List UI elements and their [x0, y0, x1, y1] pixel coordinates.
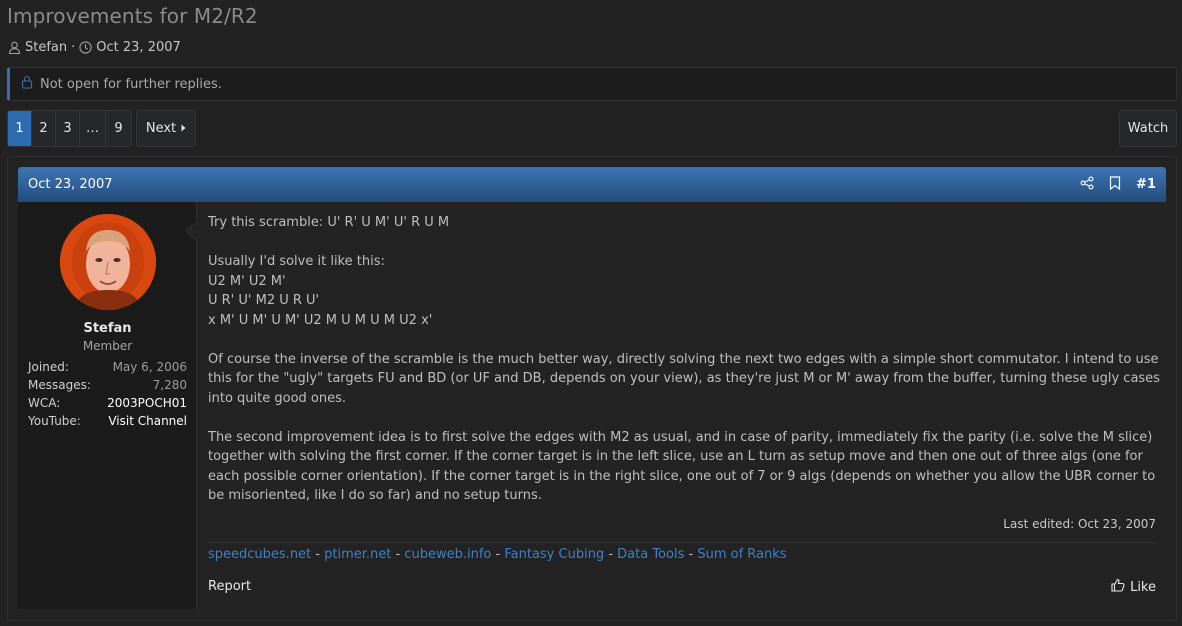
thread-locked-notice: Not open for further replies.	[7, 67, 1177, 101]
sig-separator: -	[684, 547, 698, 562]
stat-label: WCA:	[28, 396, 61, 410]
sig-link-ptimer[interactable]: ptimer.net	[324, 547, 391, 562]
stat-messages: Messages: 7,280	[28, 378, 187, 396]
next-page-button[interactable]: Next	[136, 110, 196, 147]
pagination: 1 2 3 … 9 Next	[7, 110, 196, 147]
next-label: Next	[145, 121, 177, 136]
notice-text: Not open for further replies.	[40, 76, 222, 92]
page-2-button[interactable]: 2	[32, 111, 56, 146]
message-body: Try this scramble: U' R' U M' U' R U M U…	[208, 213, 1160, 525]
signature: speedcubes.net - ptimer.net - cubeweb.in…	[208, 547, 787, 562]
thread-page: Improvements for M2/R2 Stefan · Oct 23, …	[0, 0, 1182, 626]
youtube-channel-link[interactable]: Visit Channel	[108, 414, 187, 432]
scramble-line: Try this scramble: U' R' U M' U' R U M	[208, 215, 450, 230]
sig-link-fantasy-cubing[interactable]: Fantasy Cubing	[504, 547, 604, 562]
stat-wca: WCA: 2003POCH01	[28, 396, 187, 414]
post: Oct 23, 2007 #1 Stefan Member Joined: Ma…	[7, 156, 1177, 621]
page-9-button[interactable]: 9	[106, 111, 131, 146]
signature-divider	[208, 542, 1156, 543]
thread-meta: Stefan · Oct 23, 2007	[8, 40, 181, 55]
username-link[interactable]: Stefan	[18, 321, 197, 336]
solve-line: x M' U M' U M' U2 M U M U M U2 x'	[208, 312, 433, 328]
sig-link-cubeweb[interactable]: cubeweb.info	[404, 547, 491, 562]
page-1-button[interactable]: 1	[8, 111, 32, 146]
paragraph-inverse: Of course the inverse of the scramble is…	[208, 351, 1160, 406]
bookmark-icon[interactable]	[1109, 175, 1121, 194]
page-jump-ellipsis[interactable]: …	[80, 111, 106, 146]
like-button[interactable]: Like	[1111, 578, 1156, 596]
sig-separator: -	[604, 547, 618, 562]
sig-separator: -	[491, 547, 505, 562]
caret-right-icon	[181, 121, 186, 136]
like-label: Like	[1130, 579, 1156, 595]
sig-separator: -	[311, 547, 325, 562]
sig-link-data-tools[interactable]: Data Tools	[617, 547, 684, 562]
user-avatar[interactable]	[60, 214, 156, 310]
post-number-link[interactable]: #1	[1136, 177, 1156, 192]
stat-value: May 6, 2006	[112, 360, 187, 374]
sig-link-sum-of-ranks[interactable]: Sum of Ranks	[697, 547, 786, 562]
share-icon[interactable]	[1080, 176, 1094, 194]
thread-title: Improvements for M2/R2	[7, 4, 258, 28]
thread-author-link[interactable]: Stefan	[25, 40, 67, 55]
post-header: Oct 23, 2007 #1	[18, 167, 1166, 202]
wca-id-link[interactable]: 2003POCH01	[107, 396, 187, 414]
thumbs-up-icon	[1111, 578, 1125, 596]
message-user-column: Stefan Member Joined: May 6, 2006 Messag…	[18, 202, 197, 609]
stat-label: Messages:	[28, 378, 91, 392]
solve-intro: Usually I'd solve it like this:	[208, 254, 385, 269]
lock-icon	[21, 75, 40, 93]
sig-link-speedcubes[interactable]: speedcubes.net	[208, 547, 311, 562]
thread-date-link[interactable]: Oct 23, 2007	[96, 40, 181, 55]
solve-block: Usually I'd solve it like this: U2 M' U2…	[208, 252, 1160, 330]
stat-label: Joined:	[28, 360, 69, 374]
solve-line: U R' U' M2 U R U'	[208, 293, 320, 308]
post-header-actions: #1	[1080, 167, 1156, 202]
user-title: Member	[82, 339, 133, 353]
page-number-group: 1 2 3 … 9	[7, 110, 132, 147]
stat-joined: Joined: May 6, 2006	[28, 360, 187, 378]
stat-label: YouTube:	[28, 414, 81, 428]
watch-button[interactable]: Watch	[1119, 110, 1177, 147]
meta-separator: ·	[71, 40, 76, 55]
post-date-link[interactable]: Oct 23, 2007	[28, 177, 113, 192]
stat-youtube: YouTube: Visit Channel	[28, 414, 187, 432]
stat-value: 7,280	[152, 378, 187, 392]
last-edited: Last edited: Oct 23, 2007	[1003, 517, 1156, 531]
sig-separator: -	[391, 547, 405, 562]
clock-icon	[79, 41, 92, 54]
solve-line: U2 M' U2 M'	[208, 273, 286, 289]
page-3-button[interactable]: 3	[56, 111, 80, 146]
user-stats: Joined: May 6, 2006 Messages: 7,280 WCA:…	[28, 360, 187, 432]
report-link[interactable]: Report	[208, 579, 251, 594]
paragraph-parity: The second improvement idea is to first …	[208, 429, 1156, 504]
user-icon	[8, 41, 21, 54]
